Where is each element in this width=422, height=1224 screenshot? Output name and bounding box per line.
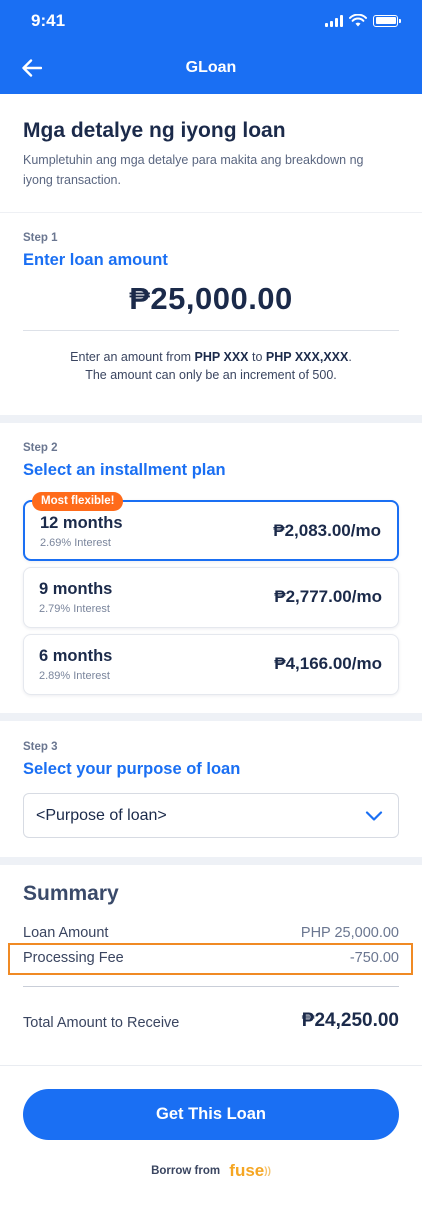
app-header: 9:41 GLoan <box>0 0 422 94</box>
intro-title: Mga detalye ng iyong loan <box>23 119 286 142</box>
processing-fee-highlight <box>8 943 413 975</box>
borrow-from-label: Borrow from <box>151 1165 221 1177</box>
plan-option-6-months[interactable]: 6 months 2.89% Interest ₱4,166.00/mo <box>23 634 399 695</box>
page-title: GLoan <box>185 59 237 76</box>
total-amount-label: Total Amount to Receive <box>23 1015 180 1031</box>
plan-option-9-months[interactable]: 9 months 2.79% Interest ₱2,777.00/mo <box>23 567 399 628</box>
borrow-from-line: Borrow from fuse)) <box>0 1161 422 1181</box>
step2-title: Select an installment plan <box>23 461 226 479</box>
plan-months: 12 months <box>40 514 123 532</box>
hint-increment: The amount can only be an increment of 5… <box>85 368 337 382</box>
battery-icon <box>373 14 401 27</box>
hint-suffix: . <box>348 350 352 364</box>
most-flexible-badge: Most flexible! <box>32 492 124 511</box>
wifi-icon <box>349 14 367 27</box>
step3-section: Step 3 Select your purpose of loan <Purp… <box>0 721 422 857</box>
hint-min: PHP XXX <box>194 350 249 364</box>
step3-title: Select your purpose of loan <box>23 760 241 778</box>
status-icons <box>325 14 401 27</box>
hint-prefix: Enter an amount from <box>70 350 195 364</box>
amount-hint: Enter an amount from PHP XXX to PHP XXX,… <box>23 348 399 384</box>
plan-interest: 2.79% Interest <box>39 603 110 615</box>
plan-months: 6 months <box>39 647 113 665</box>
purpose-of-loan-select[interactable]: <Purpose of loan> <box>23 793 399 838</box>
intro-subtitle: Kumpletuhin ang mga detalye para makita … <box>23 153 364 187</box>
hint-max: PHP XXX,XXX <box>265 350 349 364</box>
loan-amount-input[interactable]: ₱25,000.00 <box>23 281 399 317</box>
intro-section: Mga detalye ng iyong loan Kumpletuhin an… <box>0 94 422 212</box>
loan-amount-label: Loan Amount <box>23 925 109 941</box>
plan-price: ₱4,166.00/mo <box>274 654 382 673</box>
purpose-select-value: <Purpose of loan> <box>36 807 167 824</box>
amount-divider <box>23 330 399 331</box>
hint-mid: to <box>248 350 266 364</box>
step3-label: Step 3 <box>23 741 58 753</box>
plan-interest: 2.69% Interest <box>40 537 111 549</box>
fuse-logo: fuse <box>229 1161 265 1180</box>
fuse-logo-mark-icon: )) <box>264 1166 271 1177</box>
summary-divider <box>23 986 399 987</box>
get-this-loan-button[interactable]: Get This Loan <box>23 1089 399 1140</box>
step1-section: Step 1 Enter loan amount ₱25,000.00 Ente… <box>0 212 422 415</box>
total-amount-value: ₱24,250.00 <box>301 1010 399 1031</box>
plan-months: 9 months <box>39 580 113 598</box>
status-time: 9:41 <box>31 11 66 30</box>
summary-title: Summary <box>23 882 119 905</box>
step1-label: Step 1 <box>23 232 58 244</box>
plan-price: ₱2,777.00/mo <box>274 587 382 606</box>
loan-amount-row: Loan Amount PHP 25,000.00 <box>23 925 399 941</box>
step1-title: Enter loan amount <box>23 251 168 269</box>
plan-price: ₱2,083.00/mo <box>273 521 381 540</box>
cellular-signal-icon <box>325 14 343 27</box>
step2-label: Step 2 <box>23 442 58 454</box>
plan-interest: 2.89% Interest <box>39 670 110 682</box>
chevron-down-icon <box>365 811 383 821</box>
loan-amount-value: PHP 25,000.00 <box>300 925 399 941</box>
